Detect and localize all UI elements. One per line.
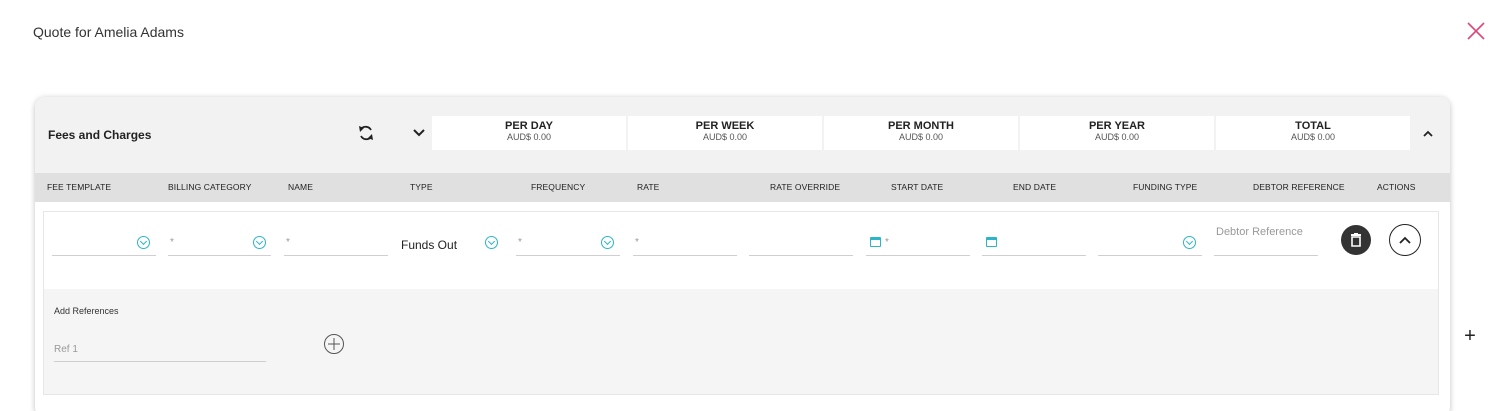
col-rate: RATE (637, 182, 660, 192)
ref-1-input[interactable] (54, 337, 266, 361)
delete-row-button[interactable] (1341, 225, 1371, 255)
dropdown-icon[interactable] (253, 236, 266, 249)
summary-totals: PER DAY AUD$ 0.00 PER WEEK AUD$ 0.00 PER… (432, 116, 1410, 150)
references-section: Add References (44, 289, 1438, 394)
end-date-field[interactable] (982, 232, 1086, 256)
sync-icon[interactable] (356, 123, 376, 143)
type-value: Funds Out (401, 238, 458, 252)
summary-label: PER WEEK (695, 120, 755, 132)
col-start-date: START DATE (891, 182, 944, 192)
col-billing-category: BILLING CATEGORY (168, 182, 252, 192)
col-fee-template: FEE TEMPLATE (47, 182, 112, 192)
close-icon[interactable] (1464, 19, 1488, 43)
summary-per-day: PER DAY AUD$ 0.00 (432, 116, 626, 150)
summary-label: PER DAY (505, 120, 553, 132)
calendar-icon[interactable] (986, 237, 997, 247)
fee-template-select[interactable] (52, 232, 156, 256)
rate-field[interactable]: * (633, 232, 737, 256)
summary-total: TOTAL AUD$ 0.00 (1216, 116, 1410, 150)
add-item-button[interactable]: + (1461, 324, 1479, 348)
summary-per-week: PER WEEK AUD$ 0.00 (628, 116, 822, 150)
col-name: NAME (288, 182, 313, 192)
fee-row-fields: * * Funds Out * * * Debtor Reference (44, 212, 1438, 289)
chevron-up-icon (1423, 130, 1433, 137)
trash-icon (1351, 233, 1361, 247)
col-actions: ACTIONS (1377, 182, 1416, 192)
ref-1-field[interactable] (54, 337, 266, 362)
dropdown-icon[interactable] (601, 236, 614, 249)
summary-value: AUD$ 0.00 (506, 132, 552, 142)
chevron-down-icon (413, 129, 425, 137)
summary-label: PER MONTH (888, 120, 954, 132)
funding-type-select[interactable] (1098, 232, 1202, 256)
dropdown-icon[interactable] (1183, 236, 1196, 249)
fees-and-charges-panel: Fees and Charges PER DAY AUD$ 0.00 PER W… (35, 97, 1450, 411)
summary-value: AUD$ 0.00 (1290, 132, 1336, 142)
debtor-reference-placeholder: Debtor Reference (1216, 226, 1303, 238)
column-header-row: FEE TEMPLATE BILLING CATEGORY NAME TYPE … (35, 173, 1450, 202)
dropdown-icon[interactable] (485, 236, 498, 249)
page-title: Quote for Amelia Adams (33, 24, 184, 40)
col-funding-type: FUNDING TYPE (1133, 182, 1198, 192)
billing-category-placeholder: * (170, 237, 174, 248)
summary-per-year: PER YEAR AUD$ 0.00 (1020, 116, 1214, 150)
frequency-placeholder: * (518, 237, 522, 248)
summary-value: AUD$ 0.00 (702, 132, 748, 142)
collapse-panel-button[interactable] (1413, 117, 1443, 149)
frequency-select[interactable]: * (516, 232, 620, 256)
col-frequency: FREQUENCY (531, 182, 586, 192)
name-placeholder: * (286, 237, 290, 248)
fee-row: * * Funds Out * * * Debtor Reference Add… (43, 211, 1439, 395)
dropdown-icon[interactable] (137, 236, 150, 249)
col-type: TYPE (410, 182, 433, 192)
summary-value: AUD$ 0.00 (1094, 132, 1140, 142)
expand-summary-button[interactable] (408, 117, 430, 149)
name-field[interactable]: * (284, 232, 388, 256)
panel-title: Fees and Charges (48, 128, 152, 142)
col-rate-override: RATE OVERRIDE (770, 182, 841, 192)
summary-label: TOTAL (1295, 120, 1331, 132)
references-title: Add References (54, 306, 119, 316)
summary-value: AUD$ 0.00 (898, 132, 944, 142)
start-date-field[interactable]: * (866, 232, 970, 256)
summary-label: PER YEAR (1088, 120, 1146, 132)
collapse-row-button[interactable] (1389, 224, 1421, 256)
calendar-icon[interactable] (870, 237, 881, 247)
billing-category-select[interactable]: * (168, 232, 271, 256)
rate-override-field[interactable] (749, 232, 853, 256)
start-date-placeholder: * (885, 237, 889, 248)
rate-placeholder: * (635, 237, 639, 248)
col-end-date: END DATE (1013, 182, 1057, 192)
type-select[interactable]: Funds Out (401, 232, 504, 256)
panel-header: Fees and Charges PER DAY AUD$ 0.00 PER W… (35, 97, 1450, 173)
debtor-reference-field[interactable]: Debtor Reference (1214, 226, 1318, 256)
summary-per-month: PER MONTH AUD$ 0.00 (824, 116, 1018, 150)
chevron-up-icon (1399, 236, 1411, 244)
col-debtor-reference: DEBTOR REFERENCE (1253, 182, 1345, 192)
plus-circle-icon[interactable] (323, 333, 345, 355)
